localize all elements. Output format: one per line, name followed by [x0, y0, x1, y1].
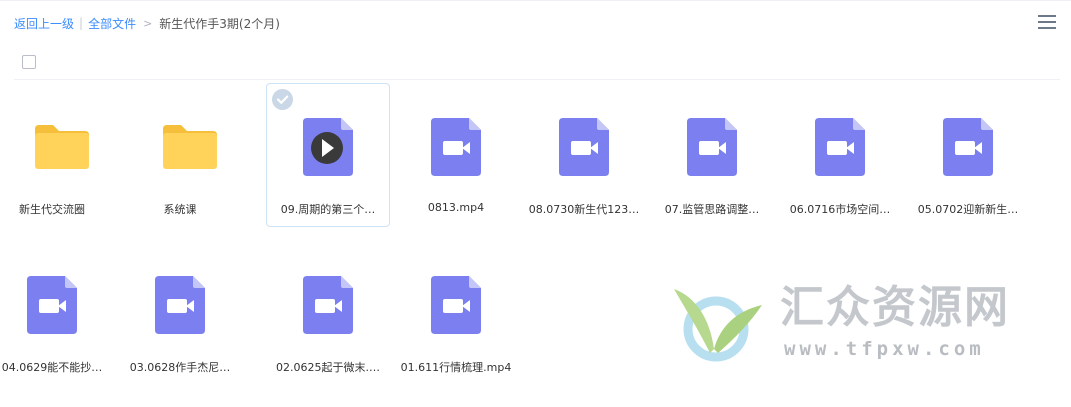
file-name: 02.0625起于微末.…	[276, 361, 380, 374]
folder-icon	[0, 84, 113, 202]
video-file-icon	[779, 84, 901, 202]
watermark-logo	[674, 289, 762, 362]
video-file-icon	[0, 242, 113, 360]
video-file-item[interactable]: 04.0629能不能抄…	[0, 241, 114, 385]
top-border	[0, 0, 1071, 1]
select-all-checkbox[interactable]	[22, 55, 36, 69]
menu-icon[interactable]	[1038, 14, 1056, 30]
file-name: 07.监管思路调整…	[664, 203, 760, 216]
all-files-link[interactable]: 全部文件	[88, 15, 136, 32]
file-name: 0813.mp4	[427, 201, 485, 214]
back-link[interactable]: 返回上一级	[14, 15, 74, 32]
file-name: 系统课	[163, 203, 197, 216]
video-file-item[interactable]: 09.周期的第三个…	[266, 83, 390, 227]
video-file-icon	[651, 84, 773, 202]
selected-check-icon[interactable]	[272, 89, 293, 110]
video-file-item[interactable]: 0813.mp4	[394, 83, 518, 227]
video-file-item[interactable]: 07.监管思路调整…	[650, 83, 774, 227]
video-file-icon	[907, 84, 1029, 202]
breadcrumb-separator-bar: |	[79, 16, 84, 30]
video-file-icon	[395, 84, 517, 202]
video-file-icon	[523, 84, 645, 202]
watermark-url: www.tfpxw.com	[784, 338, 985, 360]
breadcrumb: 返回上一级 | 全部文件 > 新生代作手3期(2个月)	[14, 14, 280, 32]
video-file-icon	[119, 242, 241, 360]
video-file-icon	[395, 242, 517, 360]
file-name: 03.0628作手杰尼…	[129, 361, 231, 374]
toolbar-divider	[14, 79, 1060, 80]
breadcrumb-current: 新生代作手3期(2个月)	[159, 16, 280, 31]
file-name: 01.611行情梳理.mp4	[400, 361, 512, 374]
folder-item[interactable]: 新生代交流圈	[0, 83, 114, 227]
watermark-title: 汇众资源网	[780, 282, 1010, 333]
video-file-item[interactable]: 01.611行情梳理.mp4	[394, 241, 518, 385]
file-name: 09.周期的第三个…	[280, 203, 376, 216]
file-name: 06.0716市场空间…	[789, 203, 891, 216]
file-name: 08.0730新生代123…	[528, 203, 640, 216]
video-file-item[interactable]: 06.0716市场空间…	[778, 83, 902, 227]
folder-item[interactable]: 系统课	[118, 83, 242, 227]
video-file-item[interactable]: 03.0628作手杰尼…	[118, 241, 242, 385]
file-name: 04.0629能不能抄…	[1, 361, 103, 374]
video-file-item[interactable]: 02.0625起于微末.…	[266, 241, 390, 385]
file-name: 新生代交流圈	[19, 203, 85, 216]
breadcrumb-separator-arrow: >	[143, 16, 153, 30]
video-file-icon	[267, 242, 389, 360]
video-file-item[interactable]: 05.0702迎新新生…	[906, 83, 1030, 227]
video-file-item[interactable]: 08.0730新生代123…	[522, 83, 646, 227]
folder-icon	[119, 84, 241, 202]
file-name: 05.0702迎新新生…	[917, 203, 1019, 216]
